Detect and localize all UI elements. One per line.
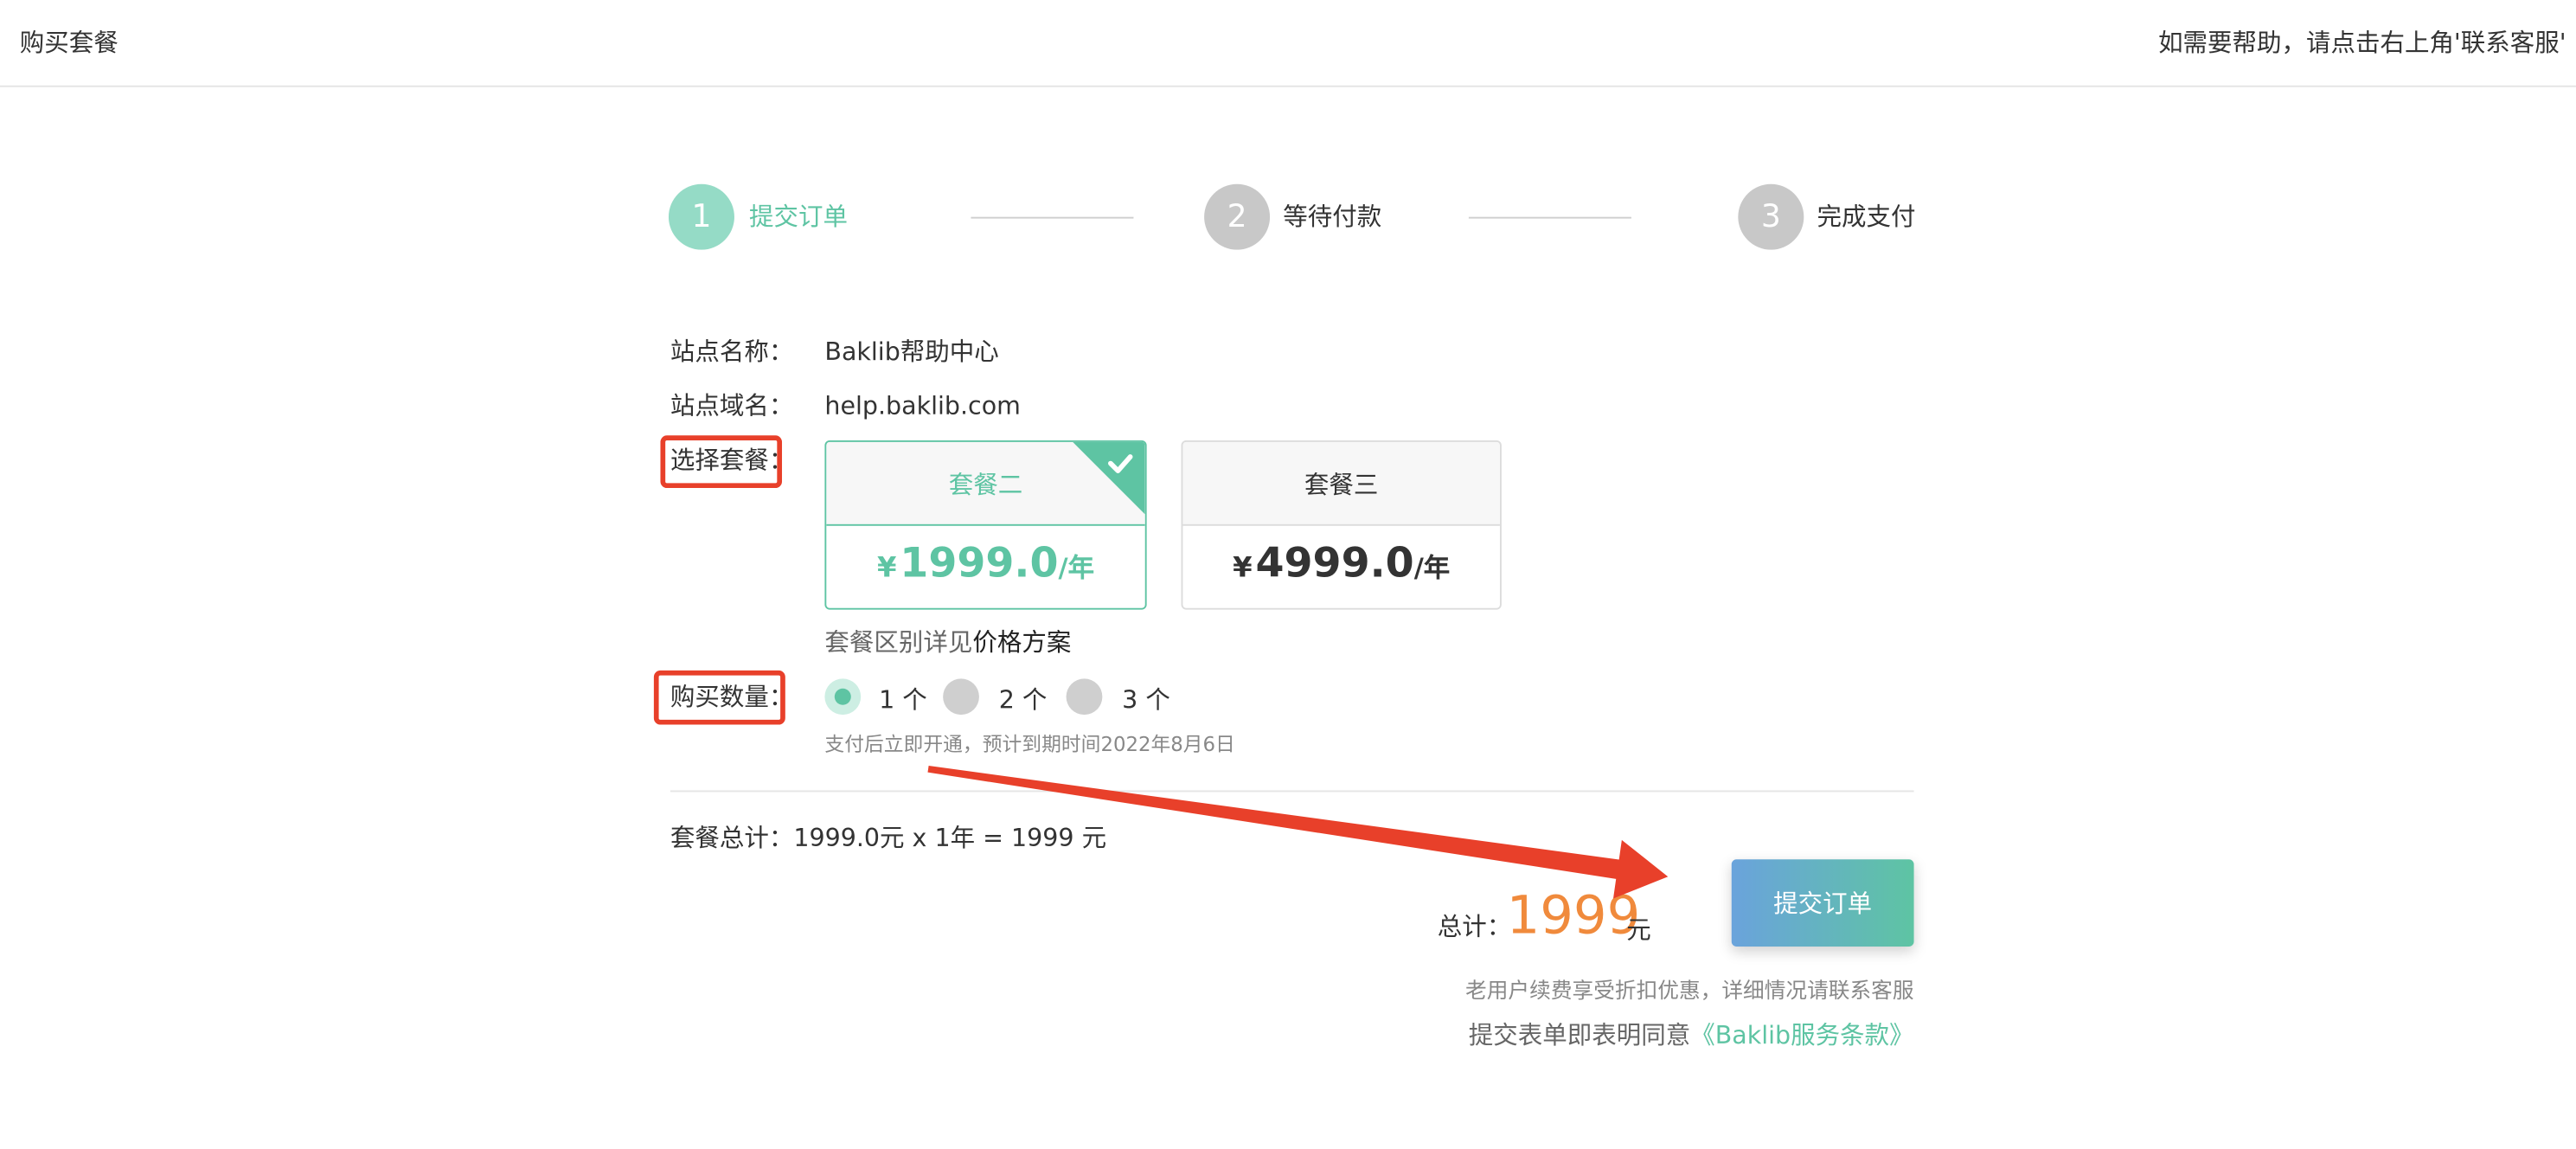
arrow-icon	[927, 766, 1669, 899]
purchase-page: 购买套餐 如需要帮助，请点击右上角'联系客服' 1 提交订单 2 等待付款 3 …	[0, 0, 2576, 1149]
